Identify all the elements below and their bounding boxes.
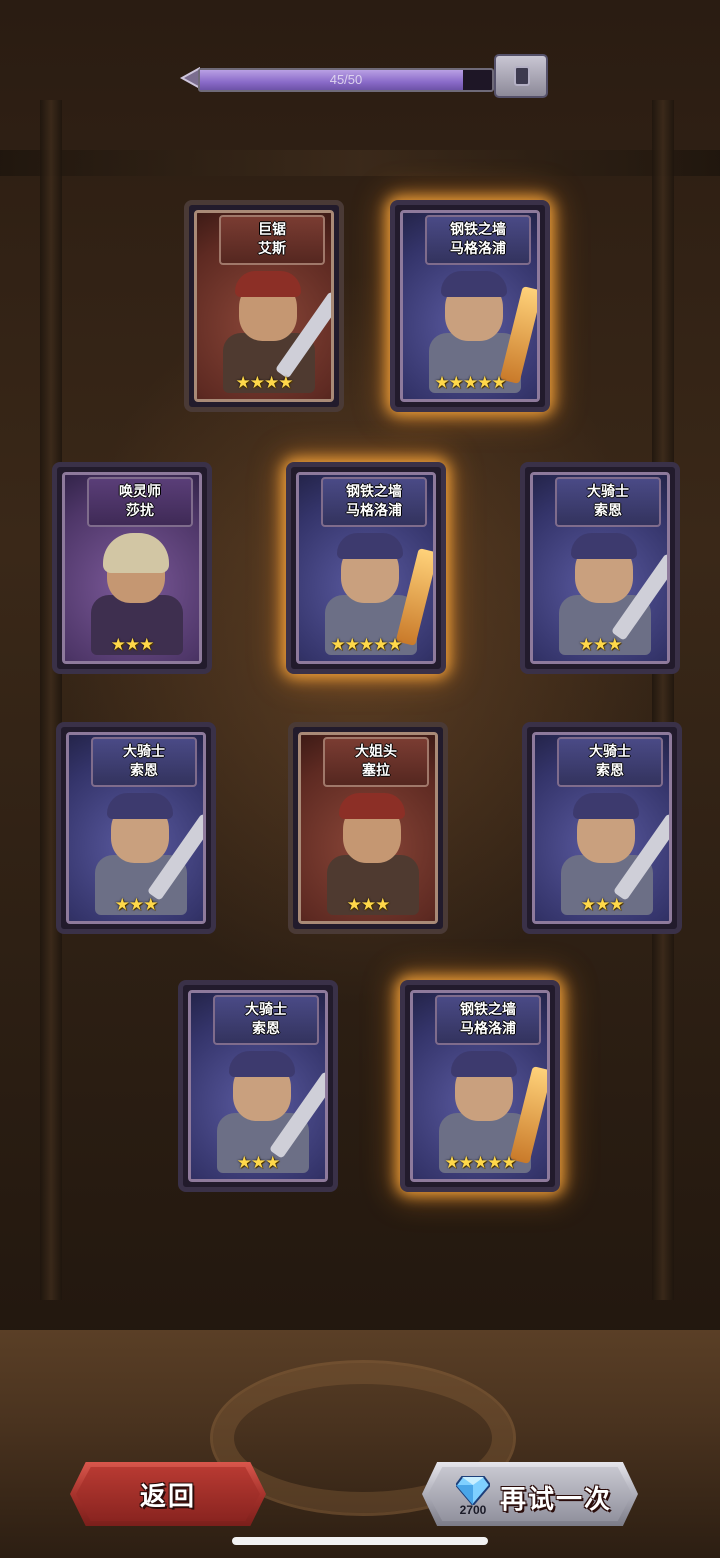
hero-title: 钢铁之墙 [450,222,506,238]
card-inner: 钢铁之墙 马格洛浦 ★★★★★ [400,210,540,402]
hero-title: 唤灵师 [119,484,161,500]
hero-name: 索恩 [594,503,622,519]
hero-card[interactable]: 钢铁之墙 马格洛浦 ★★★★★ [286,462,446,674]
hero-card[interactable]: 大骑士 索恩 ★★★ [522,722,682,934]
hero-star-rating: ★★★ [346,895,391,915]
hero-card[interactable]: 大骑士 索恩 ★★★ [520,462,680,674]
hero-title: 大骑士 [123,744,165,760]
background-beam [0,150,720,176]
back-button[interactable]: 返回 [70,1462,266,1526]
hero-card[interactable]: 唤灵师 莎扰 ★★★ [52,462,212,674]
hero-name-plate: 大骑士 索恩 [555,477,661,527]
retry-cost: 2700 [459,1503,487,1517]
hero-card[interactable]: 钢铁之墙 马格洛浦 ★★★★★ [390,200,550,412]
hero-name-plate: 唤灵师 莎扰 [87,477,193,527]
diamond-icon [456,1476,490,1505]
hero-star-rating: ★★★★★ [330,635,402,655]
hero-name: 艾斯 [258,241,286,257]
card-inner: 大骑士 索恩 ★★★ [188,990,328,1182]
card-inner: 大骑士 索恩 ★★★ [66,732,206,924]
hero-name: 索恩 [596,763,624,779]
progress-bar: 45/50 [198,68,494,92]
hero-title: 钢铁之墙 [346,484,402,500]
progress-arrow-icon [179,66,200,90]
home-indicator[interactable] [232,1537,488,1545]
hero-title: 大姐头 [355,744,397,760]
hero-name: 马格洛浦 [450,241,506,257]
retry-button[interactable]: 2700 再试一次 [422,1462,638,1526]
retry-button-face: 2700 再试一次 [428,1467,632,1521]
hero-name: 莎扰 [126,503,154,519]
hero-star-rating: ★★★★★ [434,373,506,393]
hero-name-plate: 钢铁之墙 马格洛浦 [321,477,427,527]
hero-name-plate: 巨锯 艾斯 [219,215,325,265]
hero-title: 大骑士 [589,744,631,760]
hero-title: 大骑士 [245,1002,287,1018]
retry-button-label: 再试一次 [500,1485,613,1515]
hero-name-plate: 大骑士 索恩 [91,737,197,787]
progress-text: 45/50 [329,72,363,87]
hero-name-plate: 大骑士 索恩 [557,737,663,787]
hero-card[interactable]: 大骑士 索恩 ★★★ [178,980,338,1192]
hero-name: 马格洛浦 [460,1021,516,1037]
card-inner: 大骑士 索恩 ★★★ [530,472,670,664]
summon-progress: 45/50 [178,62,548,94]
hero-card[interactable]: 大姐头 塞拉 ★★★ [288,722,448,934]
hero-name: 马格洛浦 [346,503,402,519]
hero-name-plate: 钢铁之墙 马格洛浦 [435,995,541,1045]
background-pillar [40,100,62,1300]
background-pillar [652,100,674,1300]
hero-name: 索恩 [252,1021,280,1037]
hero-star-rating: ★★★★ [235,373,294,393]
card-inner: 大姐头 塞拉 ★★★ [298,732,438,924]
card-inner: 钢铁之墙 马格洛浦 ★★★★★ [296,472,436,664]
hero-name: 索恩 [130,763,158,779]
card-inner: 大骑士 索恩 ★★★ [532,732,672,924]
back-button-face: 返回 [76,1467,260,1521]
hero-name: 塞拉 [362,763,390,779]
hero-card[interactable]: 钢铁之墙 马格洛浦 ★★★★★ [400,980,560,1192]
hero-title: 巨锯 [258,222,286,238]
hero-title: 大骑士 [587,484,629,500]
hero-star-rating: ★★★ [580,895,625,915]
hero-star-rating: ★★★ [114,895,159,915]
card-inner: 唤灵师 莎扰 ★★★ [62,472,202,664]
hero-name-plate: 大骑士 索恩 [213,995,319,1045]
hero-card[interactable]: 大骑士 索恩 ★★★ [56,722,216,934]
hero-star-rating: ★★★ [110,635,155,655]
back-button-label: 返回 [139,1481,196,1512]
hero-title: 钢铁之墙 [460,1002,516,1018]
hero-name-plate: 大姐头 塞拉 [323,737,429,787]
chest-lock-icon [514,66,530,86]
hero-name-plate: 钢铁之墙 马格洛浦 [425,215,531,265]
card-inner: 钢铁之墙 马格洛浦 ★★★★★ [410,990,550,1182]
card-inner: 巨锯 艾斯 ★★★★ [194,210,334,402]
hero-card[interactable]: 巨锯 艾斯 ★★★★ [184,200,344,412]
hero-star-rating: ★★★ [578,635,623,655]
reward-chest-icon[interactable] [494,54,548,98]
hero-star-rating: ★★★★★ [444,1153,516,1173]
hero-star-rating: ★★★ [236,1153,281,1173]
